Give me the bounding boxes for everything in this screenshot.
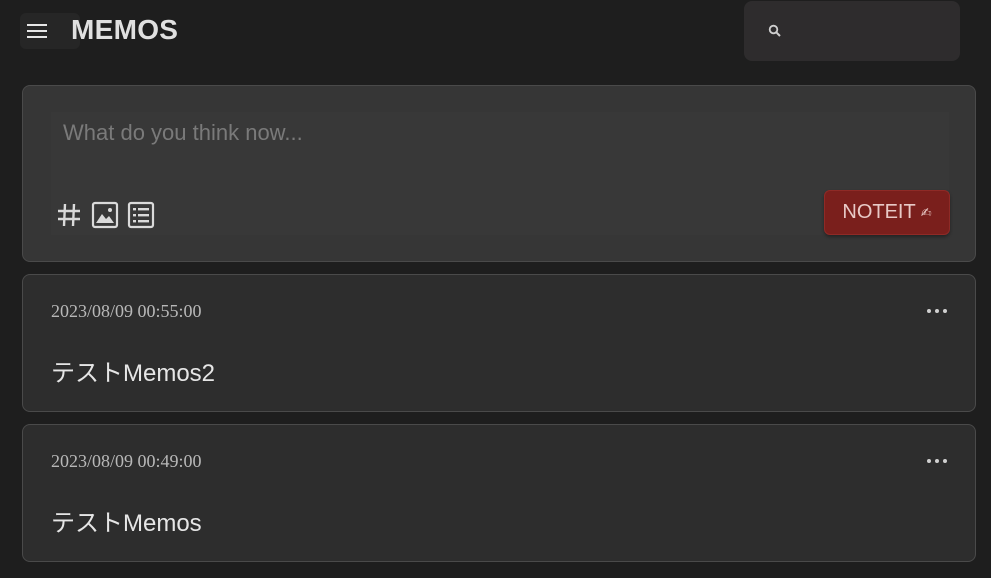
- tag-button[interactable]: [54, 200, 84, 230]
- memo-timestamp: 2023/08/09 00:49:00: [51, 451, 202, 471]
- memo-content: テストMemos: [51, 510, 202, 537]
- composer-body: [51, 112, 949, 235]
- noteit-label: NOTEIT: [842, 201, 916, 223]
- list-icon: [127, 201, 155, 229]
- search-box[interactable]: [744, 1, 960, 61]
- more-options-icon[interactable]: [927, 305, 947, 317]
- list-button[interactable]: [126, 200, 156, 230]
- more-options-icon[interactable]: [927, 455, 947, 467]
- memo-card: 2023/08/09 00:49:00 テストMemos: [22, 424, 976, 562]
- top-bar: MEMOS: [0, 0, 991, 70]
- magnifier-icon: [768, 24, 781, 37]
- image-button[interactable]: [90, 200, 120, 230]
- noteit-button[interactable]: NOTEIT ✍: [824, 190, 950, 235]
- hamburger-menu-icon: [27, 24, 47, 38]
- hashtag-icon: [58, 203, 80, 227]
- image-icon: [91, 201, 119, 229]
- app-title: MEMOS: [71, 14, 179, 45]
- search-input[interactable]: [788, 19, 952, 45]
- memo-timestamp: 2023/08/09 00:55:00: [51, 301, 202, 321]
- memo-input[interactable]: [61, 118, 925, 182]
- memo-content: テストMemos2: [51, 360, 216, 387]
- memo-composer: NOTEIT ✍: [22, 85, 976, 262]
- memo-card: 2023/08/09 00:55:00 テストMemos2: [22, 274, 976, 412]
- pen-icon: ✍: [920, 204, 932, 220]
